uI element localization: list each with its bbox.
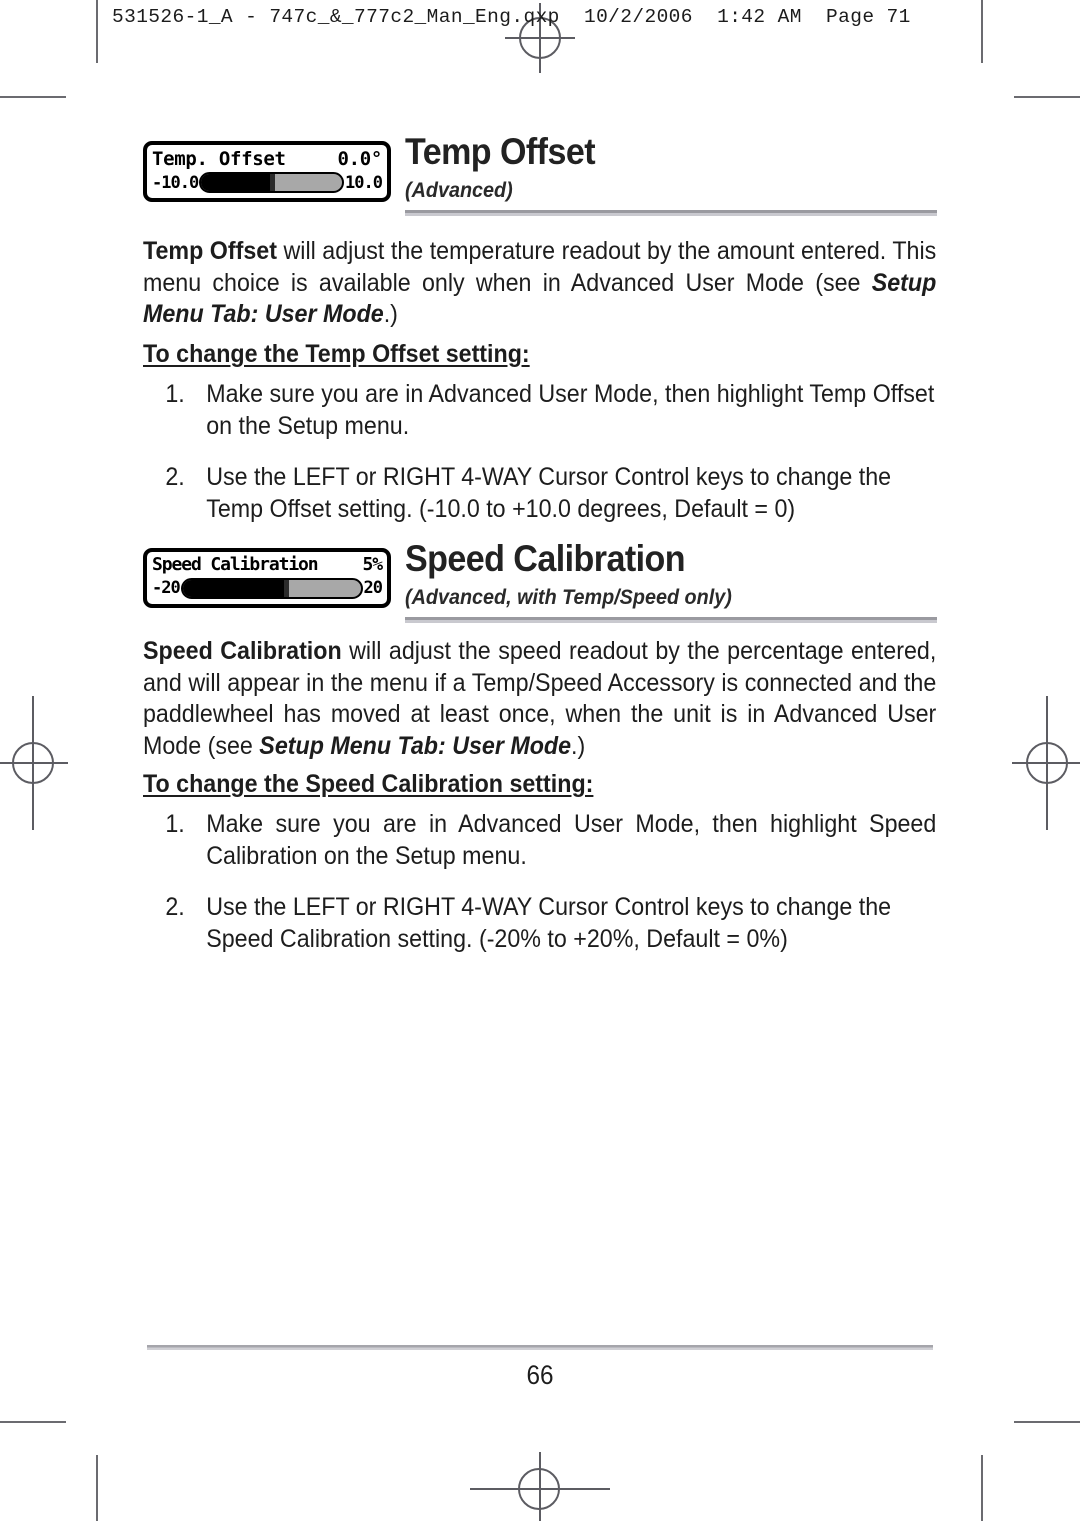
heading-block-temp-offset: Temp Offset (Advanced) <box>405 133 937 216</box>
lcd-menu-value: 5% <box>362 554 384 575</box>
manual-page: Temp. Offset 0.0° -10.0 10.0 Temp Offset… <box>0 0 1080 1521</box>
list-item-number: 2. <box>165 463 185 491</box>
subhead-temp-offset: To change the Temp Offset setting: <box>143 340 530 368</box>
list-item-text: Use the LEFT or RIGHT 4-WAY Cursor Contr… <box>206 893 892 953</box>
steps-speed-calibration-wrapper: 1. Make sure you are in Advanced User Mo… <box>143 809 937 955</box>
lcd-slider-thumb[interactable] <box>269 174 275 192</box>
footer-divider <box>147 1345 933 1350</box>
lcd-menu-label: Temp. Offset <box>152 148 286 170</box>
lcd-slider-track[interactable] <box>199 172 345 194</box>
paragraph-temp-offset: Temp Offset will adjust the temperature … <box>143 236 936 331</box>
list-item-number: 2. <box>165 893 185 921</box>
list-item-number: 1. <box>165 380 185 408</box>
lcd-slider-fill <box>182 579 286 597</box>
list-item-text: Make sure you are in Advanced User Mode,… <box>206 810 937 870</box>
section-heading: Temp Offset <box>405 131 596 172</box>
paragraph-temp-offset-wrapper: Temp Offset will adjust the temperature … <box>143 236 937 331</box>
paragraph-lead-term: Temp Offset <box>143 237 277 265</box>
list-item-text: Use the LEFT or RIGHT 4-WAY Cursor Contr… <box>206 463 892 523</box>
paragraph-emphasis-reference: Setup Menu Tab: User Mode <box>259 731 572 760</box>
lcd-screenshot-temp-offset: Temp. Offset 0.0° -10.0 10.0 <box>143 141 391 203</box>
paragraph-text-2: .) <box>571 731 586 760</box>
lcd-slider-thumb[interactable] <box>283 579 289 597</box>
heading-block-speed-calibration: Speed Calibration (Advanced, with Temp/S… <box>405 540 937 623</box>
lcd-menu-label: Speed Calibration <box>152 554 319 575</box>
list-item: 2. Use the LEFT or RIGHT 4-WAY Cursor Co… <box>143 892 936 955</box>
lcd-slider-row: -20 20 <box>152 577 384 599</box>
paragraph-speed-calibration-wrapper: Speed Calibration will adjust the speed … <box>143 636 937 762</box>
section-subheading: (Advanced, with Temp/Speed only) <box>405 585 732 609</box>
list-item-text: Make sure you are in Advanced User Mode,… <box>206 380 935 440</box>
paragraph-speed-calibration: Speed Calibration will adjust the speed … <box>143 636 936 762</box>
lcd-max-label: 10.0 <box>345 172 383 193</box>
subhead-temp-offset-wrapper: To change the Temp Offset setting: <box>143 340 937 369</box>
heading-divider <box>405 209 937 216</box>
list-item-number: 1. <box>165 810 185 838</box>
lcd-slider-track[interactable] <box>180 577 363 599</box>
lcd-screenshot-speed-calibration: Speed Calibration 5% -20 20 <box>143 548 391 608</box>
lcd-max-label: 20 <box>363 578 384 599</box>
heading-divider <box>405 616 937 623</box>
lcd-menu-value: 0.0° <box>337 148 382 170</box>
list-item: 1. Make sure you are in Advanced User Mo… <box>143 809 936 872</box>
subhead-speed-calibration: To change the Speed Calibration setting: <box>143 770 594 798</box>
steps-list-speed-calibration: 1. Make sure you are in Advanced User Mo… <box>143 809 936 955</box>
lcd-slider-row: -10.0 10.0 <box>152 172 383 194</box>
lcd-title-row: Temp. Offset 0.0° <box>152 148 382 170</box>
paragraph-lead-term: Speed Calibration <box>143 637 342 665</box>
section-heading: Speed Calibration <box>405 538 686 579</box>
list-item: 2. Use the LEFT or RIGHT 4-WAY Cursor Co… <box>143 462 936 525</box>
paragraph-text-2: .) <box>383 300 398 328</box>
lcd-min-label: -10.0 <box>152 172 199 193</box>
steps-temp-offset-wrapper: 1. Make sure you are in Advanced User Mo… <box>143 379 937 525</box>
page-number: 66 <box>526 1360 554 1390</box>
subhead-speed-calibration-wrapper: To change the Speed Calibration setting: <box>143 770 937 799</box>
lcd-title-row: Speed Calibration 5% <box>152 554 384 576</box>
lcd-slider-fill <box>201 174 272 192</box>
steps-list-temp-offset: 1. Make sure you are in Advanced User Mo… <box>143 379 936 525</box>
lcd-min-label: -20 <box>152 578 181 599</box>
list-item: 1. Make sure you are in Advanced User Mo… <box>143 379 936 442</box>
section-subheading: (Advanced) <box>405 178 513 202</box>
